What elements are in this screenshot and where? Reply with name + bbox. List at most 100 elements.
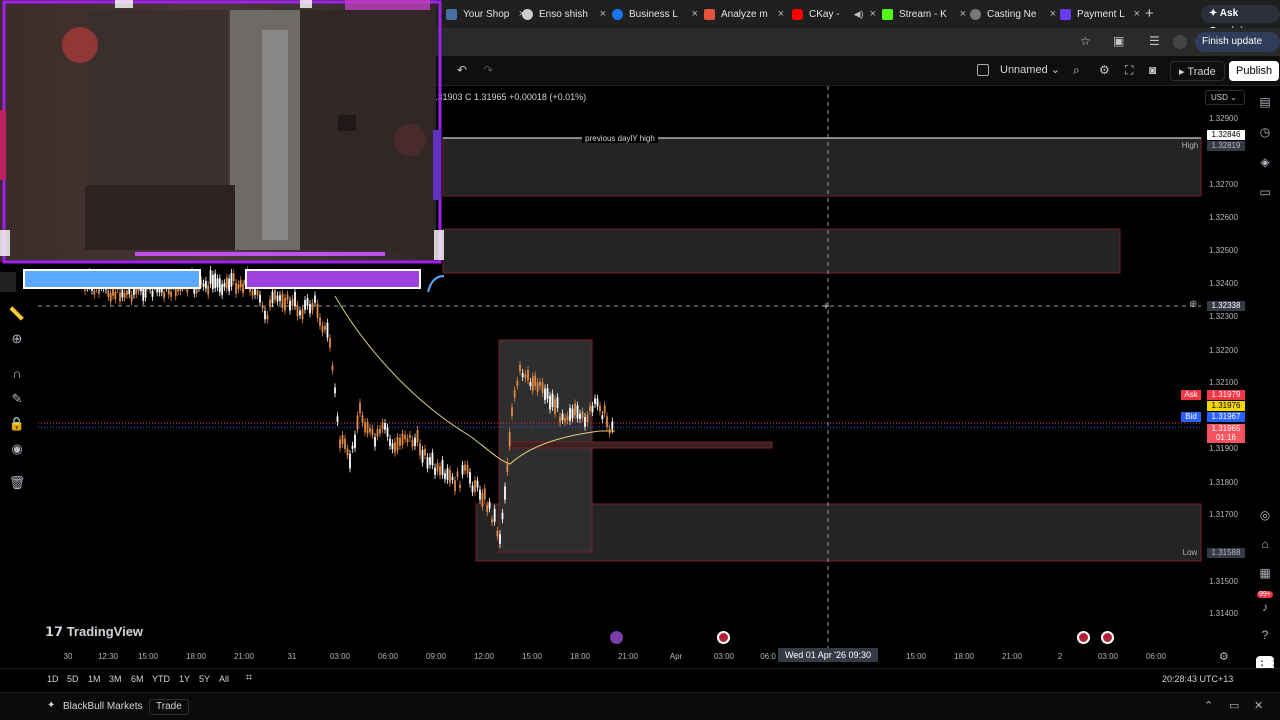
- profile-avatar[interactable]: [1173, 35, 1187, 49]
- price-axis-label: 1.32400: [1209, 279, 1238, 288]
- target-icon[interactable]: ◎: [1256, 506, 1274, 524]
- supply-zone[interactable]: [442, 137, 1202, 197]
- quick-search-icon[interactable]: ⌕: [1073, 63, 1080, 78]
- magnet-icon[interactable]: ∩: [8, 365, 26, 383]
- camera-snapshot-icon[interactable]: ◙: [1149, 63, 1156, 77]
- browser-tab[interactable]: CKay - ◀) ×: [786, 3, 876, 25]
- tab-label: Business L: [629, 8, 678, 20]
- candle-body: [304, 300, 306, 310]
- close-tab-icon[interactable]: ×: [1134, 8, 1140, 20]
- candle-body: [486, 505, 489, 513]
- layout-name[interactable]: Unnamed ⌄: [978, 63, 1060, 76]
- site-favicon-icon: [1060, 8, 1071, 20]
- publish-button[interactable]: Publish: [1229, 61, 1280, 81]
- range-1m[interactable]: 1M: [88, 674, 101, 684]
- us-flag-event-icon[interactable]: [1077, 631, 1090, 644]
- broker-trade-button[interactable]: Trade: [149, 699, 189, 715]
- go-to-date-icon[interactable]: ⌗: [246, 672, 252, 685]
- candle-body: [359, 402, 361, 414]
- bid-label: Bid: [1181, 412, 1201, 422]
- new-tab-button[interactable]: +: [1145, 5, 1154, 22]
- candle-body: [356, 415, 359, 430]
- notifications-badge[interactable]: 99+: [1257, 591, 1273, 598]
- candle-body: [466, 464, 469, 474]
- browser-tab[interactable]: Payment L ×: [1054, 3, 1140, 25]
- candle-body: [521, 372, 524, 378]
- range-1d[interactable]: 1D: [47, 674, 59, 684]
- candle-body: [496, 530, 499, 537]
- time-axis-label: 31: [287, 652, 297, 661]
- trash-icon[interactable]: 🗑: [8, 474, 26, 492]
- us-flag-event-icon[interactable]: [717, 631, 730, 644]
- notifications-bell-icon[interactable]: ♪: [1256, 598, 1274, 616]
- browser-tab[interactable]: Stream - K ×: [876, 3, 966, 25]
- range-5y[interactable]: 5Y: [199, 674, 210, 684]
- side-panel-icon[interactable]: ▣: [1113, 34, 1124, 48]
- broker-name[interactable]: BlackBull Markets: [63, 701, 142, 712]
- range-all[interactable]: All: [219, 674, 229, 684]
- help-icon[interactable]: ?: [1256, 626, 1274, 644]
- zoom-in-icon[interactable]: ⊕: [8, 330, 26, 348]
- candle-body: [608, 428, 611, 434]
- order-block[interactable]: [509, 441, 773, 449]
- eye-icon[interactable]: ◉: [8, 440, 26, 458]
- range-1y[interactable]: 1Y: [179, 674, 190, 684]
- maximize-panel-icon[interactable]: ▭: [1229, 699, 1239, 712]
- goto-realtime-icon[interactable]: ⚙: [1219, 650, 1229, 663]
- redo-icon[interactable]: ↷: [483, 63, 493, 77]
- candle-body: [469, 472, 471, 484]
- audio-playing-icon[interactable]: ◀): [854, 9, 864, 20]
- finish-update-button[interactable]: Finish update ⋮: [1195, 32, 1280, 67]
- candle-body: [561, 413, 564, 421]
- close-panel-icon[interactable]: ✕: [1254, 699, 1263, 712]
- price-axis[interactable]: 1.32900 1.32700 1.32600 1.32500 1.32400 1.323…: [1181, 86, 1251, 650]
- chat-icon[interactable]: ▭: [1256, 183, 1274, 201]
- extensions-icon[interactable]: ☰: [1149, 34, 1160, 48]
- supply-zone[interactable]: [442, 228, 1121, 274]
- range-ytd[interactable]: YTD: [152, 674, 170, 684]
- settings-gear-icon[interactable]: ⚙: [1099, 63, 1110, 77]
- undo-icon[interactable]: ↶: [457, 63, 467, 77]
- pencil-icon[interactable]: ✎: [8, 390, 26, 408]
- bookmark-star-icon[interactable]: ☆: [1080, 34, 1091, 48]
- candle-body: [284, 297, 286, 311]
- fullscreen-icon[interactable]: ⛶: [1125, 63, 1133, 78]
- time-axis[interactable]: 30 12:30 15:00 18:00 21:00 31 03:00 06:00 09:00 1…: [0, 650, 1201, 670]
- candle-body: [569, 408, 571, 421]
- alerts-clock-icon[interactable]: ◷: [1256, 123, 1274, 141]
- trade-button[interactable]: ▸ Trade: [1170, 61, 1225, 81]
- browser-tab[interactable]: Analyze m ×: [698, 3, 784, 25]
- browser-tab[interactable]: Your Shop ×: [440, 3, 525, 25]
- timezone-clock[interactable]: 20:28:43 UTC+13: [1162, 674, 1233, 684]
- previous-daily-high-label: previous daylY high: [585, 134, 655, 143]
- layers-icon[interactable]: ◈: [1256, 153, 1274, 171]
- rocket-icon[interactable]: ⌂: [1256, 535, 1274, 553]
- range-3m[interactable]: 3M: [109, 674, 122, 684]
- close-tab-icon[interactable]: ×: [778, 8, 784, 20]
- us-flag-event-icon[interactable]: [1101, 631, 1114, 644]
- candle-body: [329, 338, 331, 348]
- browser-tab[interactable]: Business L ×: [606, 3, 698, 25]
- candle-body: [499, 534, 501, 544]
- range-5d[interactable]: 5D: [67, 674, 79, 684]
- time-axis-label: 18:00: [185, 652, 207, 661]
- range-6m[interactable]: 6M: [131, 674, 144, 684]
- collapse-panel-icon[interactable]: ⌃: [1204, 699, 1213, 712]
- candle-body: [451, 476, 454, 481]
- price-axis-label: 1.31400: [1209, 609, 1238, 618]
- lock-icon[interactable]: 🔒: [8, 415, 26, 433]
- browser-tab[interactable]: Casting Ne ×: [964, 3, 1056, 25]
- ask-gemini-button[interactable]: ✦ Ask Gemini: [1201, 5, 1280, 37]
- candle-body: [479, 489, 481, 500]
- candle-body: [316, 303, 319, 318]
- ruler-icon[interactable]: 📏: [8, 305, 26, 323]
- candle-body: [559, 416, 561, 423]
- candle-body: [366, 422, 369, 434]
- watchlist-icon[interactable]: ▤: [1256, 93, 1274, 111]
- candle-body: [511, 407, 513, 416]
- economic-event-icon[interactable]: [610, 631, 623, 644]
- time-axis-label: 06:00: [377, 652, 399, 661]
- add-alert-icon[interactable]: ⊕: [1189, 299, 1197, 310]
- calendar-icon[interactable]: ▦: [1256, 564, 1274, 582]
- browser-tab[interactable]: Enso shish ×: [516, 3, 606, 25]
